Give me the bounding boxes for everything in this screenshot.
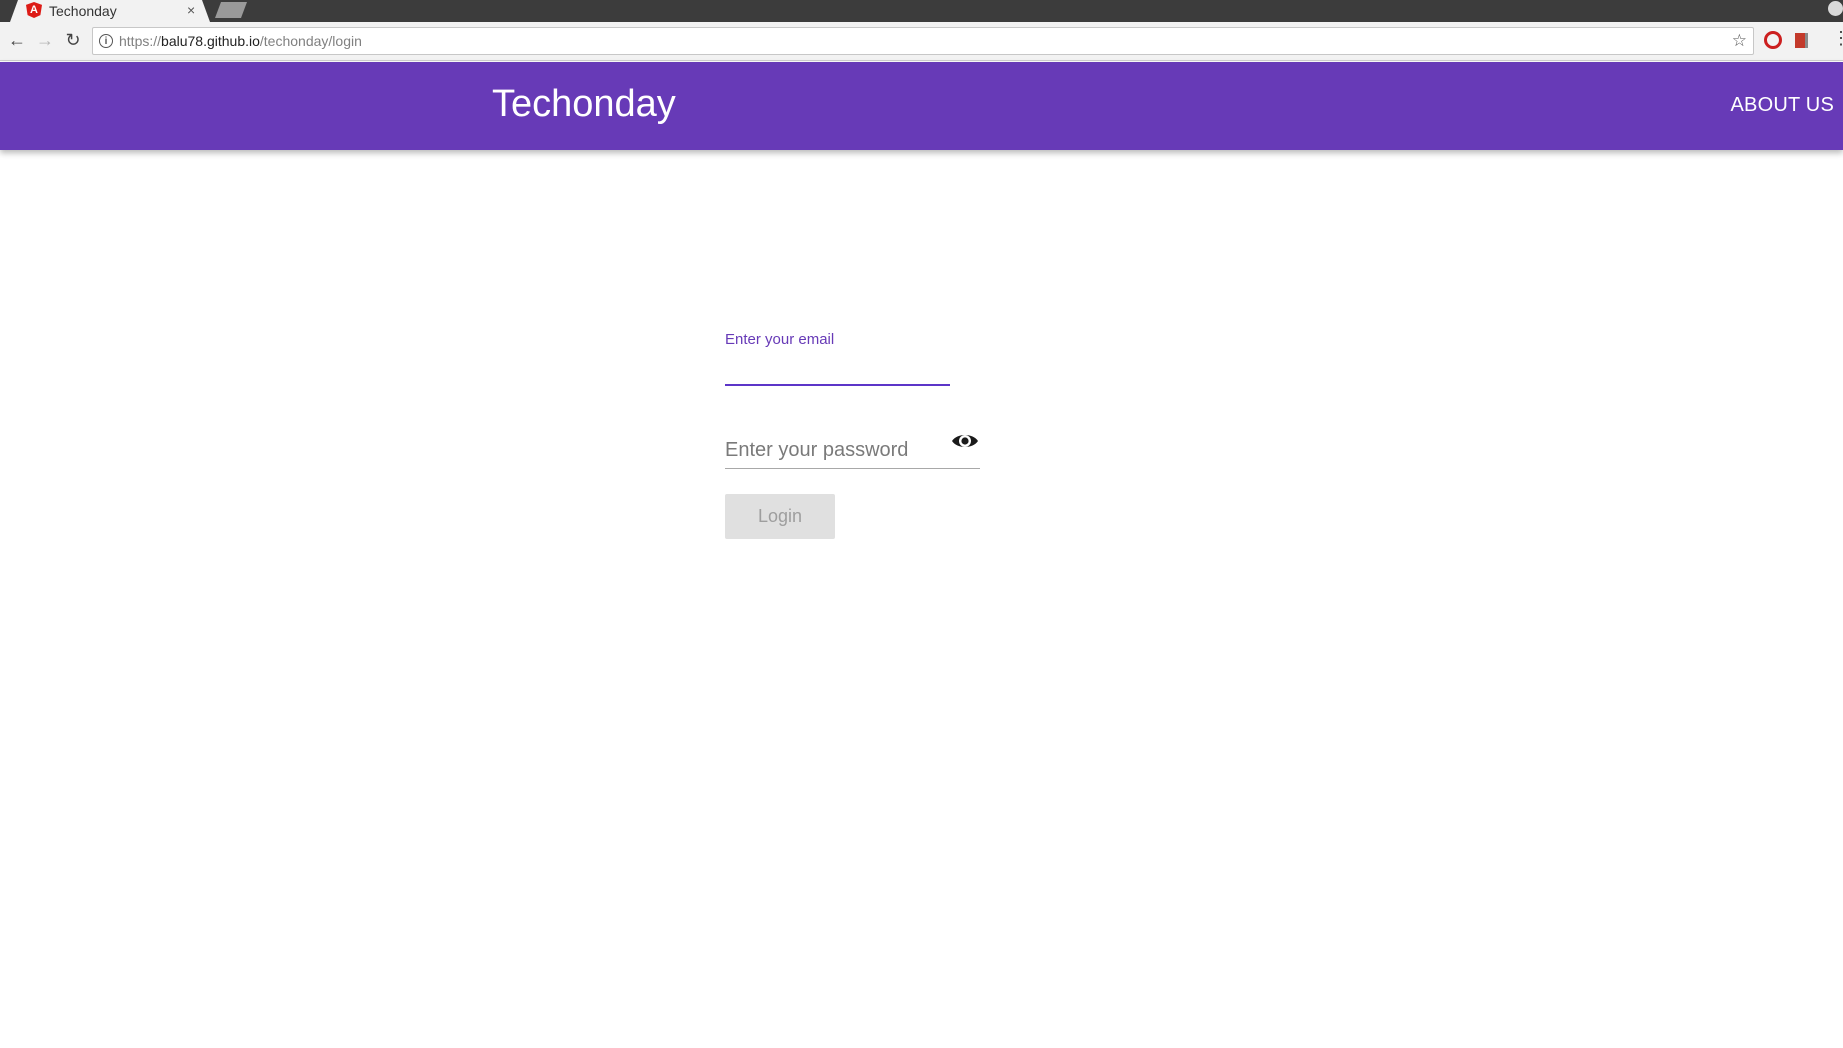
url-host: balu78.github.io	[161, 33, 260, 49]
new-tab-button[interactable]	[215, 2, 247, 18]
profile-icon[interactable]	[1828, 1, 1843, 16]
eye-icon[interactable]	[950, 429, 980, 453]
address-bar[interactable]: i https://balu78.github.io/techonday/log…	[92, 27, 1754, 55]
forward-arrow-icon[interactable]: →	[34, 29, 56, 51]
url-scheme: https://	[119, 33, 162, 49]
browser-tab-strip: A Techonday ×	[0, 0, 1843, 22]
about-us-link[interactable]: ABOUT US	[1731, 93, 1834, 117]
browser-toolbar: ← → ↻ i https://balu78.github.io/techond…	[0, 22, 1843, 61]
brand-title[interactable]: Techonday	[492, 82, 676, 126]
bookmark-extension-icon[interactable]	[1795, 33, 1808, 48]
browser-menu-icon[interactable]: ⋮	[1832, 29, 1843, 47]
tab-title: Techonday	[49, 3, 117, 19]
bookmark-star-icon[interactable]: ☆	[1732, 31, 1747, 51]
site-info-icon[interactable]: i	[99, 34, 113, 48]
email-field[interactable]	[725, 354, 950, 386]
opera-extension-icon[interactable]	[1764, 31, 1782, 49]
url-path: /techonday/login	[259, 33, 362, 49]
tab-close-icon[interactable]: ×	[187, 1, 195, 19]
back-arrow-icon[interactable]: ←	[6, 29, 28, 51]
login-button[interactable]: Login	[725, 494, 835, 539]
password-field[interactable]	[725, 432, 980, 469]
reload-icon[interactable]: ↻	[62, 29, 84, 51]
app-header: Techonday ABOUT US	[0, 62, 1843, 150]
email-label: Enter your email	[725, 331, 835, 348]
url-text[interactable]: https://balu78.github.io/techonday/login	[119, 33, 362, 50]
